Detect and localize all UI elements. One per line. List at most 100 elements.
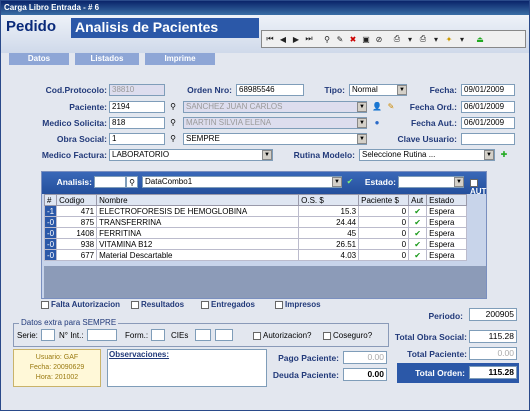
cell-nombre: TRANSFERRINA xyxy=(96,216,300,228)
check-icon[interactable]: ✔ xyxy=(408,227,428,239)
print-preview-icon[interactable]: ⎙ xyxy=(417,33,429,45)
table-row[interactable]: -0 1408 FERRITINA 45 0 ✔ Espera xyxy=(43,227,468,239)
tab-datos[interactable]: Datos xyxy=(9,53,69,65)
prev-record-icon[interactable]: ◀ xyxy=(277,33,289,45)
coseguro-checkbox[interactable] xyxy=(323,331,331,340)
row-marker: -0 xyxy=(43,227,58,239)
exit-icon[interactable]: ⏏ xyxy=(474,33,486,45)
globe-icon[interactable]: ● xyxy=(371,117,383,129)
search-icon[interactable]: ⚲ xyxy=(167,133,179,145)
col-header[interactable]: Nombre xyxy=(96,194,300,206)
paciente-name-field[interactable]: SANCHEZ JUAN CARLOS xyxy=(183,101,367,113)
total-os-label: Total Obra Social: xyxy=(394,332,467,342)
col-header[interactable]: Codigo xyxy=(56,194,98,206)
analisis-table: # Codigo Nombre O.S. $ Paciente $ Aut Es… xyxy=(43,194,468,261)
filter-falta[interactable]: Falta Autorizacion xyxy=(41,300,120,309)
fecha-aut-field[interactable]: 06/01/2009 xyxy=(461,117,515,129)
rutina-dropdown-icon[interactable]: ▼ xyxy=(484,150,494,160)
table-row[interactable]: -0 875 TRANSFERRINA 24.44 0 ✔ Espera xyxy=(43,216,468,228)
medico-factura-select[interactable]: LABORATORIO xyxy=(109,149,273,161)
pago-paciente-field[interactable]: 0.00 xyxy=(343,351,387,364)
tipo-dropdown-icon[interactable]: ▼ xyxy=(397,85,407,95)
cell-estado: Espera xyxy=(426,216,468,228)
col-header[interactable]: Estado xyxy=(426,194,468,206)
coseguro-option[interactable]: Coseguro? xyxy=(323,331,372,340)
clave-usuario-field[interactable] xyxy=(461,133,515,145)
cell-estado: Espera xyxy=(426,249,468,261)
check-icon[interactable]: ✔ xyxy=(408,216,428,228)
col-header[interactable]: O.S. $ xyxy=(298,194,360,206)
cies-field-1[interactable] xyxy=(195,329,211,341)
resultados-label: Resultados xyxy=(141,300,185,309)
add-analisis-icon[interactable]: ✔ xyxy=(344,176,356,188)
tools-icon[interactable]: ✦ xyxy=(443,33,455,45)
medico-name-field[interactable]: MARTIN SILVIA ELENA xyxy=(183,117,367,129)
fecha-field[interactable]: 09/01/2009 xyxy=(461,84,515,96)
print-icon[interactable]: ⎙ xyxy=(391,33,403,45)
user-icon[interactable]: 👤 xyxy=(371,101,383,113)
estado-dropdown-icon[interactable]: ▼ xyxy=(454,177,464,187)
tab-listados[interactable]: Listados xyxy=(75,53,139,65)
impresos-checkbox[interactable] xyxy=(275,300,283,309)
col-header[interactable]: # xyxy=(43,194,58,206)
table-row[interactable]: -1 471 ELECTROFORESIS DE HEMOGLOBINA 15.… xyxy=(43,205,468,217)
save-icon[interactable]: ▣ xyxy=(360,33,372,45)
serie-field[interactable] xyxy=(41,329,55,341)
filter-resultados[interactable]: Resultados xyxy=(131,300,184,309)
fecha-ord-field[interactable]: 06/01/2009 xyxy=(461,101,515,113)
orden-nro-field[interactable]: 68985546 xyxy=(236,84,304,96)
aut-filter[interactable]: AUT xyxy=(470,178,486,196)
resultados-checkbox[interactable] xyxy=(131,300,139,309)
filter-entregados[interactable]: Entregados xyxy=(201,300,255,309)
cancel-icon[interactable]: ⊘ xyxy=(373,33,385,45)
search-icon[interactable]: ⚲ xyxy=(167,117,179,129)
pencil-icon[interactable]: ✎ xyxy=(385,101,397,113)
search-icon[interactable]: ⚲ xyxy=(321,33,333,45)
col-header[interactable]: Paciente $ xyxy=(358,194,410,206)
form-field[interactable] xyxy=(151,329,165,341)
nint-field[interactable] xyxy=(87,329,117,341)
first-record-icon[interactable]: ⏮ xyxy=(264,33,276,45)
rutina-select[interactable]: Seleccione Rutina ... xyxy=(359,149,495,161)
obra-code-field[interactable]: 1 xyxy=(109,133,165,145)
filter-impresos[interactable]: Impresos xyxy=(275,300,321,309)
table-row[interactable]: -0 677 Material Descartable 4.03 0 ✔ Esp… xyxy=(43,249,468,261)
autorizacion-option[interactable]: Autorizacion? xyxy=(253,331,311,340)
check-icon[interactable]: ✔ xyxy=(408,238,428,250)
obra-name-field[interactable]: SEMPRE xyxy=(183,133,367,145)
check-icon[interactable]: ✔ xyxy=(408,249,428,261)
print-dropdown-icon[interactable]: ▾ xyxy=(404,33,416,45)
rutina-label: Rutina Modelo: xyxy=(293,150,355,160)
cell-paciente: 0 xyxy=(358,249,410,261)
medico-factura-dropdown-icon[interactable]: ▼ xyxy=(262,150,272,160)
search-icon[interactable]: ⚲ xyxy=(167,101,179,113)
row-marker: -1 xyxy=(43,205,58,217)
tools-dropdown-icon[interactable]: ▾ xyxy=(456,33,468,45)
check-icon[interactable]: ✔ xyxy=(408,205,428,217)
analisis-code-field[interactable] xyxy=(94,176,126,188)
col-header[interactable]: Aut xyxy=(408,194,428,206)
next-record-icon[interactable]: ▶ xyxy=(290,33,302,45)
aut-checkbox[interactable] xyxy=(470,178,478,187)
medico-dropdown-icon[interactable]: ▼ xyxy=(357,118,367,128)
obra-dropdown-icon[interactable]: ▼ xyxy=(357,134,367,144)
search-icon[interactable]: ⚲ xyxy=(126,176,138,188)
preview-dropdown-icon[interactable]: ▾ xyxy=(430,33,442,45)
paciente-dropdown-icon[interactable]: ▼ xyxy=(357,102,367,112)
analisis-datacombo[interactable]: DataCombo1 xyxy=(142,176,342,188)
autorizacion-checkbox[interactable] xyxy=(253,331,261,340)
paciente-code-field[interactable]: 2194 xyxy=(109,101,165,113)
cell-codigo: 938 xyxy=(56,238,98,250)
falta-checkbox[interactable] xyxy=(41,300,49,309)
table-row[interactable]: -0 938 VITAMINA B12 26.51 0 ✔ Espera xyxy=(43,238,468,250)
cies-field-2[interactable] xyxy=(215,329,233,341)
medico-code-field[interactable]: 818 xyxy=(109,117,165,129)
delete-icon[interactable]: ✖ xyxy=(347,33,359,45)
apply-rutina-icon[interactable]: ✚ xyxy=(498,149,510,161)
analisis-dropdown-icon[interactable]: ▼ xyxy=(332,177,342,187)
periodo-field[interactable]: 200905 xyxy=(469,308,517,321)
edit-icon[interactable]: ✎ xyxy=(334,33,346,45)
tab-imprime[interactable]: Imprime xyxy=(145,53,215,65)
entregados-checkbox[interactable] xyxy=(201,300,209,309)
last-record-icon[interactable]: ⏭ xyxy=(303,33,315,45)
